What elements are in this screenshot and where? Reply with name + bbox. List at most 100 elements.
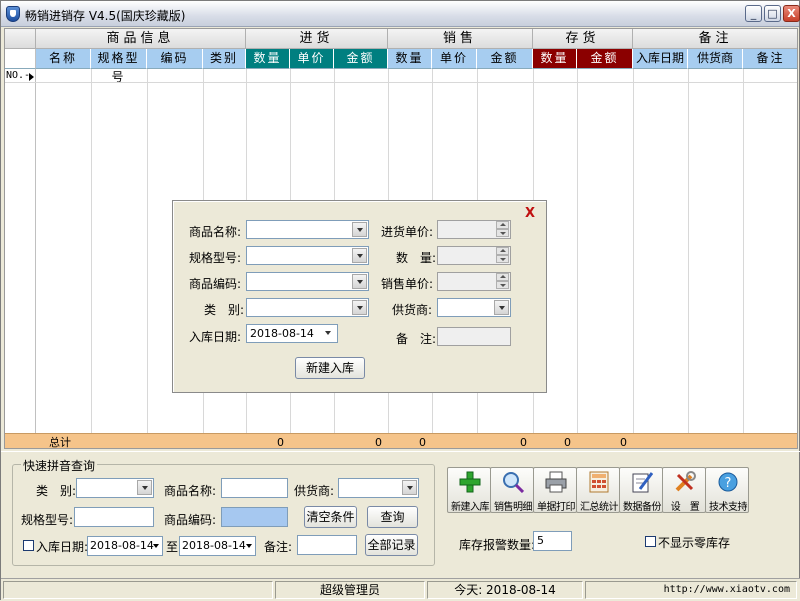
new-entry-tool-button[interactable]: 新建入库 [447, 467, 491, 513]
col-stock-amount[interactable]: 金额 [577, 49, 633, 69]
qs-date-checkbox[interactable] [23, 540, 34, 551]
qs-date-from-value: 2018-08-14 [90, 539, 154, 552]
quantity-label: 数 量: [396, 251, 437, 265]
maximize-button[interactable]: □ [764, 5, 781, 22]
qs-supplier-combo[interactable] [338, 478, 419, 498]
sale-price-label: 销售单价: [381, 277, 434, 291]
title-bar[interactable]: 畅销进销存 V4.5(国庆珍藏版) _ □ X [1, 1, 800, 27]
row-number-label: NO.- [6, 70, 31, 81]
group-header-notes: 备注 [633, 29, 797, 49]
total-sales-qty: 0 [419, 436, 426, 449]
support-tool-button[interactable]: ? 技术支持 [705, 467, 749, 513]
col-sales-amount[interactable]: 金额 [477, 49, 533, 69]
col-entry-date[interactable]: 入库日期 [633, 49, 688, 69]
edit-icon [632, 472, 653, 493]
col-purchase-amount[interactable]: 金额 [334, 49, 388, 69]
col-code[interactable]: 编码 [147, 49, 203, 69]
spin-up-icon[interactable] [496, 273, 509, 281]
chevron-down-icon[interactable] [352, 222, 367, 237]
qs-note-label: 备注: [264, 540, 293, 554]
clear-conditions-button[interactable]: 清空条件 [304, 506, 357, 528]
note-label: 备 注: [396, 332, 437, 346]
spin-up-icon[interactable] [496, 221, 509, 229]
close-button[interactable]: X [783, 5, 800, 22]
qs-category-combo[interactable] [76, 478, 154, 498]
spin-down-icon[interactable] [496, 229, 509, 237]
chevron-down-icon[interactable] [153, 544, 159, 548]
print-tool-button[interactable]: 单据打印 [533, 467, 577, 513]
chevron-down-icon[interactable] [402, 480, 417, 495]
col-purchase-price[interactable]: 单价 [290, 49, 334, 69]
col-note[interactable]: 备注 [743, 49, 797, 69]
chevron-down-icon[interactable] [352, 248, 367, 263]
dialog-close-icon[interactable]: X [523, 207, 537, 221]
tool-label: 汇总统计 [580, 502, 619, 513]
minimize-button[interactable]: _ [745, 5, 762, 22]
chevron-down-icon[interactable] [246, 544, 252, 548]
note-input[interactable] [437, 327, 511, 346]
chevron-down-icon[interactable] [352, 274, 367, 289]
category-combo[interactable] [246, 298, 369, 317]
status-url[interactable]: http://www.xiaotv.com [585, 581, 797, 599]
tool-label: 销售明细 [494, 502, 533, 513]
summary-tool-button[interactable]: 汇总统计 [576, 467, 620, 513]
quick-search-title: 快速拼音查询 [21, 457, 98, 474]
qs-name-input[interactable] [221, 478, 288, 498]
chevron-down-icon[interactable] [352, 300, 367, 315]
qs-spec-input[interactable] [74, 507, 154, 527]
chevron-down-icon[interactable] [137, 480, 152, 495]
chevron-down-icon[interactable] [321, 326, 336, 341]
column-header-row: 名称 规格型号 编码 类别 数量 单价 金额 数量 单价 金额 数量 金额 入库… [5, 49, 797, 84]
tool-label: 新建入库 [451, 502, 490, 513]
hide-zero-stock-checkbox[interactable] [645, 536, 656, 547]
tool-label: 单据打印 [537, 502, 576, 513]
spin-down-icon[interactable] [496, 281, 509, 289]
group-header-sales: 销售 [388, 29, 533, 49]
table-row[interactable] [5, 69, 797, 83]
hide-zero-stock-label: 不显示零库存 [658, 536, 731, 550]
group-header-product: 商品信息 [36, 29, 246, 49]
settings-tool-button[interactable]: 设 置 [662, 467, 706, 513]
qs-code-input[interactable] [221, 507, 288, 527]
col-name[interactable]: 名称 [36, 49, 91, 69]
col-spec[interactable]: 规格型号 [91, 49, 147, 84]
col-purchase-qty[interactable]: 数量 [246, 49, 290, 69]
spec-combo[interactable] [246, 246, 369, 265]
col-sales-qty[interactable]: 数量 [388, 49, 432, 69]
chevron-down-icon[interactable] [494, 300, 509, 315]
app-window: 畅销进销存 V4.5(国庆珍藏版) _ □ X 商品信息 进货 销售 存货 备注… [0, 0, 800, 601]
quantity-spinner[interactable] [437, 246, 511, 265]
divider [1, 451, 800, 452]
product-name-combo[interactable] [246, 220, 369, 239]
query-button[interactable]: 查询 [367, 506, 418, 528]
sale-price-spinner[interactable] [437, 272, 511, 291]
supplier-combo[interactable] [437, 298, 511, 317]
create-entry-button[interactable]: 新建入库 [295, 357, 365, 379]
col-sales-price[interactable]: 单价 [432, 49, 477, 69]
qs-note-input[interactable] [297, 535, 357, 555]
col-category[interactable]: 类别 [203, 49, 246, 69]
calculator-icon [589, 471, 609, 493]
supplier-label: 供货商: [392, 303, 433, 317]
qs-spec-label: 规格型号: [21, 513, 74, 527]
group-header-row: 商品信息 进货 销售 存货 备注 [5, 29, 797, 49]
stock-alert-input[interactable]: 5 [533, 531, 572, 551]
entry-date-picker[interactable]: 2018-08-14 [246, 324, 338, 343]
purchase-price-spinner[interactable] [437, 220, 511, 239]
code-combo[interactable] [246, 272, 369, 291]
col-stock-qty[interactable]: 数量 [533, 49, 577, 69]
col-supplier[interactable]: 供货商 [688, 49, 743, 69]
spin-up-icon[interactable] [496, 247, 509, 255]
group-header-purchase: 进货 [246, 29, 388, 49]
all-records-button[interactable]: 全部记录 [365, 534, 418, 556]
sales-detail-tool-button[interactable]: 销售明细 [490, 467, 534, 513]
row-header-column [5, 69, 36, 448]
qs-date-from-picker[interactable]: 2018-08-14 [87, 536, 163, 556]
window-title: 畅销进销存 V4.5(国庆珍藏版) [25, 9, 186, 23]
spin-down-icon[interactable] [496, 255, 509, 263]
qs-date-to-picker[interactable]: 2018-08-14 [179, 536, 256, 556]
purchase-price-label: 进货单价: [381, 225, 434, 239]
qs-date-to-value: 2018-08-14 [182, 539, 246, 552]
backup-tool-button[interactable]: 数据备份 [619, 467, 663, 513]
entry-date-label: 入库日期: [189, 330, 242, 344]
